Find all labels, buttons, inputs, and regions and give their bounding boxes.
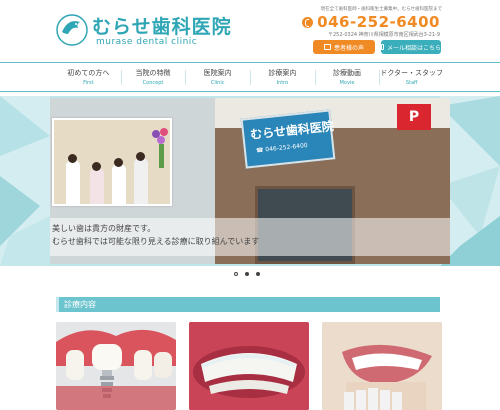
site-header: むらせ歯科医院 murase dental clinic 現在全て歯科医師・歯科… [0, 0, 500, 62]
implant-image [56, 322, 176, 410]
phone-number[interactable]: 046-252-6400 [302, 13, 440, 31]
mail-icon [381, 44, 384, 50]
logo-title: むらせ歯科医院 [92, 16, 232, 38]
recruit-note: 現在全て歯科医師・歯科衛生士募集中。むらせ歯科医院まで [320, 7, 442, 12]
flowers-icon [152, 128, 168, 168]
main-nav: 初めての方へ First 当院の特徴 Concept 医院案内 Clinic 診… [0, 62, 500, 92]
section-title: 診療内容 [64, 300, 96, 309]
clinic-address: 〒252-0324 神奈川県相模原市南区相武台3-21-9 [328, 32, 440, 38]
patient-voice-label: 患者様の声 [333, 44, 364, 52]
nav-sublabel: Clinic [210, 80, 225, 86]
slider-dot[interactable] [256, 272, 260, 276]
nav-label: 診療動画 [333, 69, 362, 77]
patient-voice-button[interactable]: 患者様の声 [313, 40, 375, 54]
nav-sublabel: Staff [405, 80, 418, 86]
slider-dot[interactable] [234, 272, 238, 276]
decorative-pattern [0, 96, 50, 266]
staff-head [68, 154, 77, 163]
nav-item-clinic[interactable]: 医院案内 Clinic [185, 63, 250, 92]
hero-slider[interactable]: むらせ歯科医院 ☎ 046-252-6400 P 美しい歯は貴方の財産です。 む… [0, 96, 500, 266]
staff-figure [134, 158, 148, 204]
mail-consult-button[interactable]: メール相談はこちら [381, 40, 441, 54]
treatment-cards [56, 322, 444, 410]
parking-sign: P [397, 104, 431, 130]
hero-text-line: むらせ歯科では可能な限り見える診療に取り組んでいます [52, 237, 260, 246]
logo-subtitle: murase dental clinic [96, 37, 198, 47]
sign-text: むらせ歯科医院 [249, 119, 335, 142]
treatment-card-whitening[interactable] [322, 322, 442, 410]
nav-item-concept[interactable]: 当院の特徴 Concept [120, 63, 186, 92]
treatment-card-implant[interactable] [56, 322, 176, 410]
site-logo[interactable]: むらせ歯科医院 murase dental clinic [56, 12, 276, 52]
staff-figure [112, 164, 126, 204]
staff-head [114, 158, 123, 167]
nav-sublabel: Concept [142, 80, 164, 86]
sign-tel: ☎ 046-252-6400 [255, 141, 309, 155]
nav-item-intro[interactable]: 診療案内 Intro [250, 63, 315, 92]
slider-dot[interactable] [245, 272, 249, 276]
dolphin-logo-icon [56, 14, 88, 46]
speech-icon [323, 44, 331, 50]
phone-text: 046-252-6400 [317, 13, 440, 31]
hero-text-line: 美しい歯は貴方の財産です。 [52, 224, 156, 233]
hero-caption: 美しい歯は貴方の財産です。 むらせ歯科では可能な限り見える診療に取り組んでいます [50, 218, 450, 256]
mail-consult-label: メール相談はこちら [386, 44, 441, 52]
treatment-card-orthodontic[interactable] [189, 322, 309, 410]
clinic-sign: むらせ歯科医院 ☎ 046-252-6400 [240, 109, 336, 169]
nav-sublabel: Intro [276, 80, 289, 86]
slider-dots [234, 272, 260, 276]
orthodontic-image [189, 322, 309, 410]
nav-sublabel: Movie [339, 80, 355, 86]
nav-label: 診療案内 [268, 69, 297, 77]
whitening-image [322, 322, 442, 410]
phone-icon [302, 16, 314, 28]
staff-figure [66, 160, 80, 204]
nav-item-staff[interactable]: ドクター・スタッフ Staff [379, 63, 444, 92]
staff-photo [52, 118, 172, 206]
nav-item-movie[interactable]: 診療動画 Movie [314, 63, 380, 92]
nav-item-first[interactable]: 初めての方へ First [56, 63, 121, 92]
nav-sublabel: First [83, 80, 94, 86]
staff-head [92, 162, 101, 171]
nav-label: 当院の特徴 [135, 69, 171, 77]
staff-figure [90, 168, 104, 204]
nav-label: ドクター・スタッフ [380, 69, 444, 77]
section-header: 診療内容 [56, 297, 440, 312]
staff-head [136, 152, 145, 161]
nav-label: 初めての方へ [67, 69, 110, 77]
nav-label: 医院案内 [203, 69, 232, 77]
